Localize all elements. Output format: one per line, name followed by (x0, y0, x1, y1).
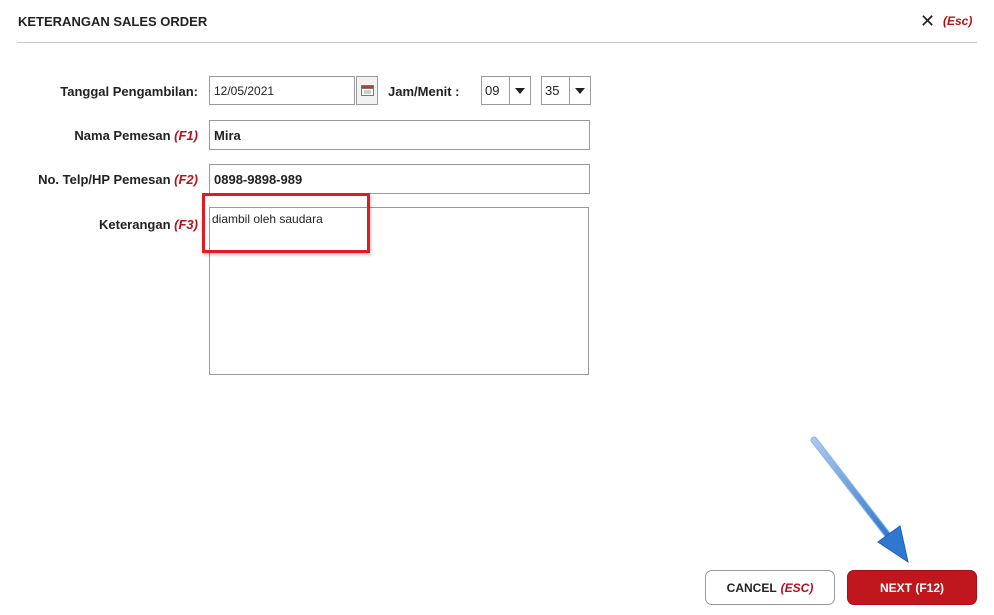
cancel-label: CANCEL (726, 580, 777, 595)
telp-label: No. Telp/HP Pemesan (F2) (0, 172, 198, 187)
close-shortcut-hint[interactable]: (Esc) (943, 14, 972, 28)
tanggal-input[interactable]: 12/05/2021 (209, 76, 355, 105)
tanggal-label: Tanggal Pengambilan: (20, 84, 198, 99)
close-icon[interactable]: ✕ (920, 11, 935, 32)
nama-input[interactable]: Mira (209, 120, 590, 150)
calendar-button[interactable] (356, 76, 378, 105)
telp-shortcut-hint: (F2) (174, 172, 198, 187)
next-button[interactable]: NEXT (F12) (847, 570, 977, 605)
header-divider (17, 42, 977, 43)
tanggal-label-text: Tanggal Pengambilan: (60, 84, 198, 99)
next-label: NEXT (F12) (879, 580, 944, 595)
hour-select[interactable]: 09 (481, 76, 531, 105)
telp-value: 0898-9898-989 (214, 171, 303, 187)
nama-label: Nama Pemesan (F1) (20, 128, 198, 143)
calendar-icon (360, 85, 374, 96)
keterangan-label: Keterangan (F3) (20, 217, 198, 232)
tanggal-value: 12/05/2021 (214, 83, 275, 98)
minute-value: 35 (545, 83, 560, 98)
annotation-arrow-icon (810, 436, 909, 564)
cancel-button[interactable]: CANCEL (ESC) (705, 570, 835, 605)
nama-label-text: Nama Pemesan (74, 128, 171, 143)
cancel-shortcut-hint: (ESC) (780, 580, 814, 595)
keterangan-shortcut-hint: (F3) (174, 217, 198, 232)
keterangan-value: diambil oleh saudara (212, 212, 323, 226)
jam-label-text: Jam/Menit : (388, 84, 460, 99)
nama-shortcut-hint: (F1) (174, 128, 198, 143)
nama-value: Mira (214, 127, 241, 143)
keterangan-textarea[interactable]: diambil oleh saudara (209, 207, 589, 375)
hour-dropdown-icon[interactable] (509, 77, 530, 104)
minute-select[interactable]: 35 (541, 76, 591, 105)
keterangan-label-text: Keterangan (99, 217, 171, 232)
dialog-title: KETERANGAN SALES ORDER (18, 14, 208, 29)
telp-input[interactable]: 0898-9898-989 (209, 164, 590, 194)
jam-label: Jam/Menit : (388, 84, 472, 99)
telp-label-text: No. Telp/HP Pemesan (38, 172, 171, 187)
hour-value: 09 (485, 83, 500, 98)
minute-dropdown-icon[interactable] (569, 77, 590, 104)
